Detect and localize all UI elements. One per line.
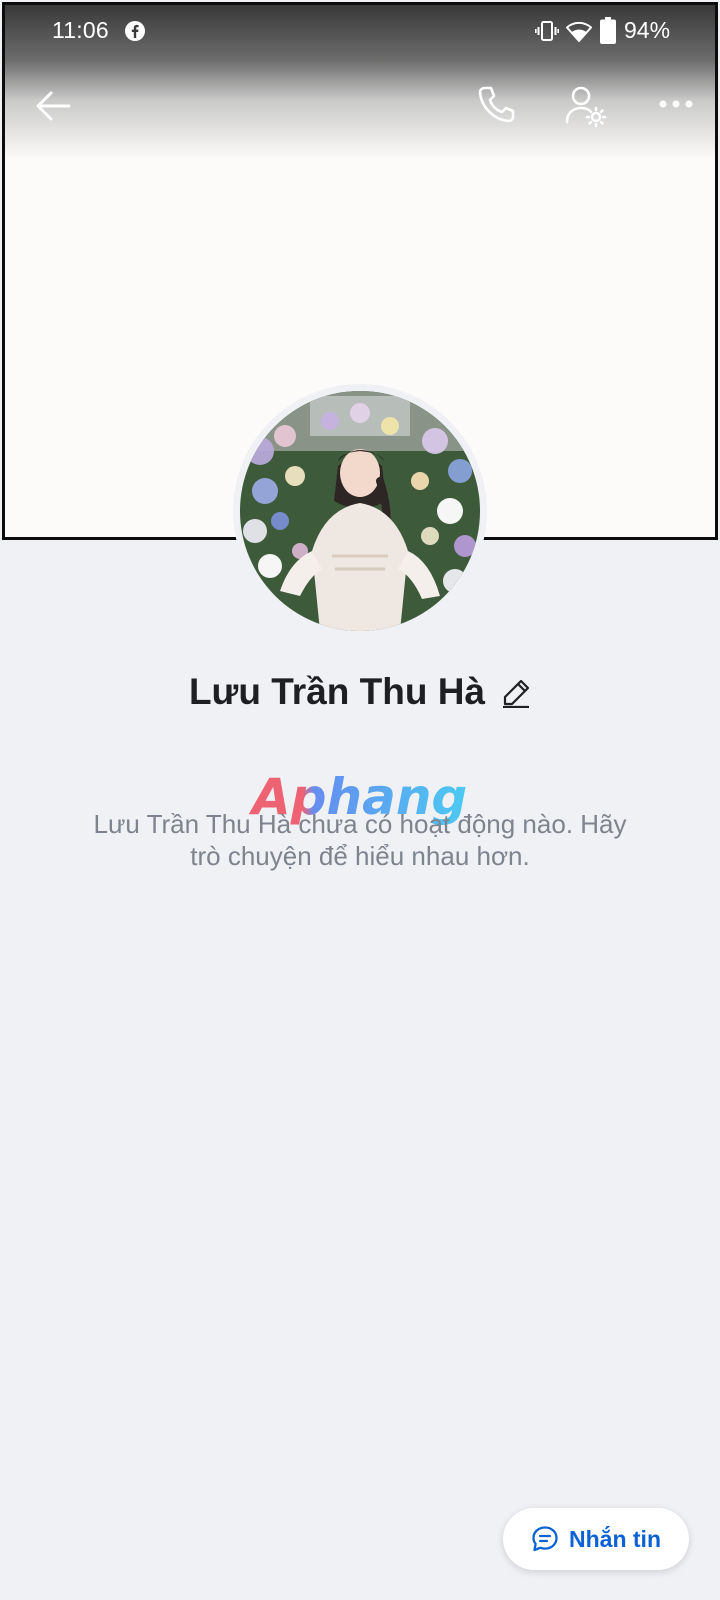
empty-activity-line-2: trò chuyện để hiểu nhau hơn. [190,841,530,871]
message-button-label: Nhắn tin [569,1525,661,1552]
profile-name-row: Lưu Trần Thu Hà [0,668,720,716]
empty-activity-line-1: Lưu Trần Thu Hà chưa có hoạt động nào. H… [93,809,627,839]
avatar-photo [240,391,480,631]
back-arrow-icon[interactable] [33,86,73,126]
status-bar: 11:06 94% [0,0,720,62]
profile-screen: 11:06 94% Lưu Trần Thu Hà Aphang Lưu Trầ… [0,0,720,1600]
avatar[interactable] [240,391,480,631]
phone-icon[interactable] [476,84,516,124]
profile-name: Lưu Trần Thu Hà [188,671,486,712]
profile-settings-icon[interactable] [564,84,608,128]
facebook-icon [125,21,145,41]
wifi-icon [566,21,592,42]
vibrate-icon [535,21,559,41]
chat-bubble-icon [532,1526,558,1552]
battery-percent: 94% [624,17,671,43]
pencil-icon[interactable] [501,678,531,708]
message-button[interactable]: Nhắn tin [503,1508,689,1570]
battery-icon [600,17,616,44]
status-time: 11:06 [52,17,109,43]
empty-activity-message: Lưu Trần Thu Hà chưa có hoạt động nào. H… [60,808,660,872]
more-icon[interactable] [656,92,696,116]
